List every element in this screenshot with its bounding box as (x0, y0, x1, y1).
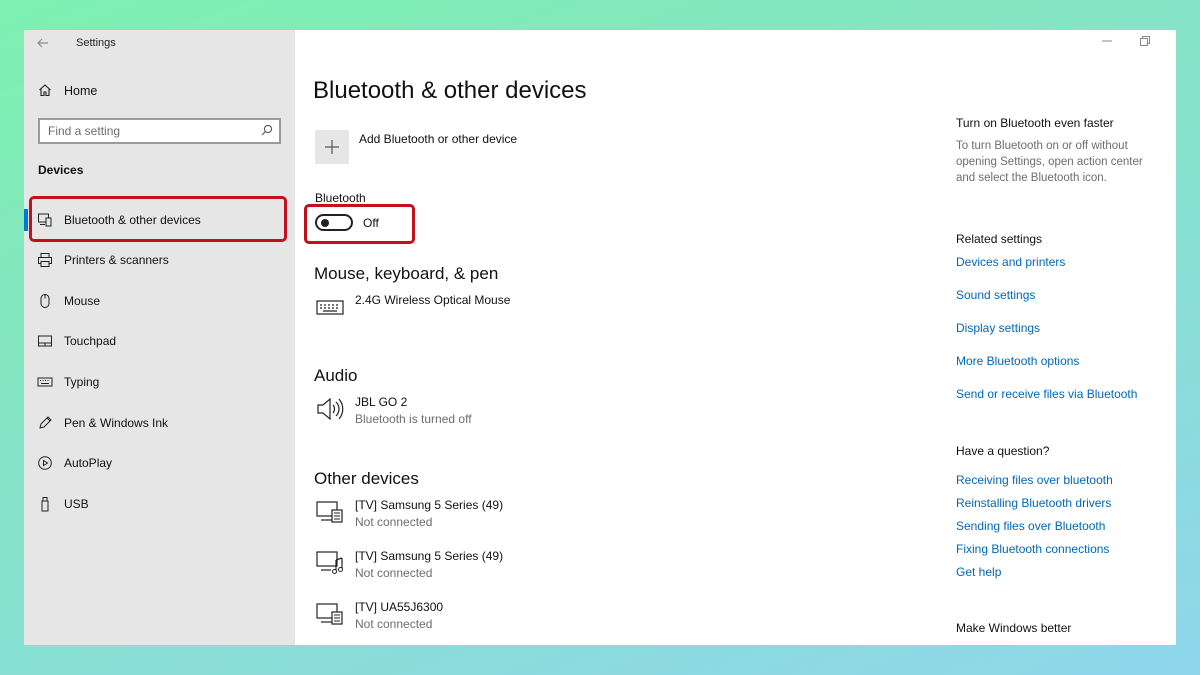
device-item-mouse[interactable]: 2.4G Wireless Optical Mouse (315, 292, 510, 322)
sidebar-item-label: AutoPlay (64, 456, 113, 470)
devices-section-label: Devices (38, 163, 84, 177)
device-item-tv-3[interactable]: [TV] UA55J6300 Not connected (315, 599, 443, 633)
device-item-audio[interactable]: JBL GO 2 Bluetooth is turned off (315, 394, 472, 428)
sidebar-item-label: Pen & Windows Ink (64, 416, 169, 430)
home-nav-item[interactable]: Home (38, 82, 97, 100)
link-sound-settings[interactable]: Sound settings (956, 288, 1035, 302)
mouse-icon (37, 293, 53, 309)
sidebar-item-label: Typing (64, 375, 100, 389)
link-devices-printers[interactable]: Devices and printers (956, 255, 1065, 269)
annotation-highlight-toggle (304, 204, 415, 244)
device-status: Not connected (355, 617, 433, 631)
page-title: Bluetooth & other devices (313, 77, 587, 104)
add-device-button[interactable]: Add Bluetooth or other device (315, 130, 517, 164)
settings-window: Settings Home Find a setting Devices Blu… (24, 30, 1176, 645)
audio-section-heading: Audio (314, 366, 358, 385)
other-devices-heading: Other devices (314, 469, 419, 488)
make-windows-better-heading: Make Windows better (956, 621, 1072, 635)
link-get-help[interactable]: Get help (956, 565, 1001, 579)
sidebar-item-label: USB (64, 497, 89, 511)
device-item-tv-1[interactable]: [TV] Samsung 5 Series (49) Not connected (315, 497, 503, 531)
sidebar-item-printers[interactable]: Printers & scanners (24, 247, 295, 273)
annotation-highlight-nav (29, 196, 287, 242)
faster-heading: Turn on Bluetooth even faster (956, 116, 1114, 130)
tv-cast-icon (315, 599, 345, 629)
device-name: JBL GO 2 (355, 395, 408, 409)
plus-icon (315, 130, 349, 164)
keyboard-icon (315, 292, 345, 322)
sidebar-item-label: Mouse (64, 294, 101, 308)
sidebar-item-pen[interactable]: Pen & Windows Ink (24, 410, 295, 436)
mouse-section-heading: Mouse, keyboard, & pen (314, 264, 499, 283)
app-title: Settings (76, 37, 116, 49)
add-device-label: Add Bluetooth or other device (359, 132, 518, 146)
home-label: Home (64, 84, 98, 98)
link-more-bluetooth-options[interactable]: More Bluetooth options (956, 354, 1079, 368)
minimize-icon[interactable] (1100, 36, 1114, 50)
usb-icon (37, 496, 53, 512)
active-indicator (24, 209, 28, 231)
home-icon (38, 83, 52, 100)
sidebar-item-typing[interactable]: Typing (24, 369, 295, 395)
main-content: Bluetooth & other devices Add Bluetooth … (295, 30, 1176, 645)
related-settings-heading: Related settings (956, 232, 1043, 246)
printer-icon (37, 252, 53, 268)
sidebar-item-touchpad[interactable]: Touchpad (24, 328, 295, 354)
device-status: Not connected (355, 566, 433, 580)
sidebar-item-autoplay[interactable]: AutoPlay (24, 450, 295, 476)
autoplay-icon (37, 455, 53, 471)
sidebar-item-label: Touchpad (64, 334, 117, 348)
tv-cast-icon (315, 497, 345, 527)
search-placeholder: Find a setting (48, 124, 121, 138)
link-fixing-connections[interactable]: Fixing Bluetooth connections (956, 542, 1109, 556)
device-name: [TV] UA55J6300 (355, 600, 444, 614)
speaker-icon (315, 394, 345, 424)
restore-icon[interactable] (1138, 36, 1152, 50)
pen-icon (37, 415, 53, 431)
touchpad-icon (37, 333, 53, 349)
link-reinstalling-drivers[interactable]: Reinstalling Bluetooth drivers (956, 496, 1111, 510)
sidebar-item-mouse[interactable]: Mouse (24, 288, 295, 314)
sidebar-item-usb[interactable]: USB (24, 491, 295, 517)
question-heading: Have a question? (956, 444, 1050, 458)
link-sending-files[interactable]: Sending files over Bluetooth (956, 519, 1105, 533)
device-name: 2.4G Wireless Optical Mouse (355, 293, 511, 307)
sidebar-item-label: Printers & scanners (64, 253, 169, 267)
link-receiving-files[interactable]: Receiving files over bluetooth (956, 473, 1113, 487)
media-device-icon (315, 548, 345, 578)
bluetooth-label: Bluetooth (315, 191, 366, 205)
sidebar: Settings Home Find a setting Devices Blu… (24, 30, 295, 645)
device-item-tv-2[interactable]: [TV] Samsung 5 Series (49) Not connected (315, 548, 503, 582)
device-name: [TV] Samsung 5 Series (49) (355, 549, 504, 563)
keyboard-icon (37, 374, 53, 390)
link-display-settings[interactable]: Display settings (956, 321, 1040, 335)
device-status: Bluetooth is turned off (355, 412, 472, 426)
faster-text: To turn Bluetooth on or off without open… (956, 140, 1143, 184)
link-send-receive-files[interactable]: Send or receive files via Bluetooth (956, 387, 1137, 401)
device-status: Not connected (355, 515, 433, 529)
search-input[interactable]: Find a setting (38, 118, 281, 144)
back-arrow-icon[interactable] (36, 36, 54, 52)
search-icon[interactable] (261, 124, 273, 139)
device-name: [TV] Samsung 5 Series (49) (355, 498, 504, 512)
